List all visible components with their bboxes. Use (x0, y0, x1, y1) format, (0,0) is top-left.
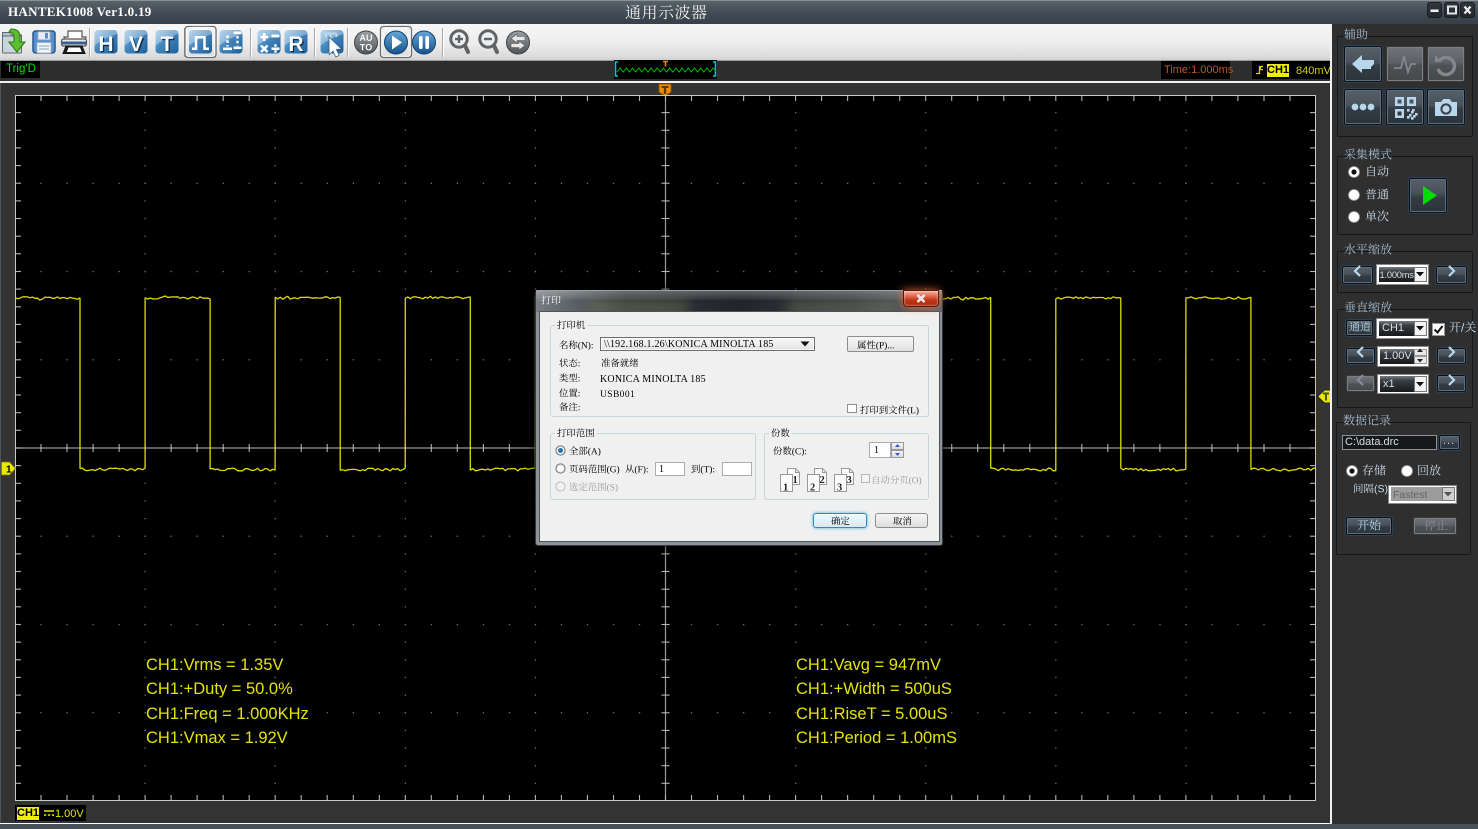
svg-text:2: 2 (820, 475, 825, 486)
svg-text:3: 3 (847, 475, 852, 486)
svg-text:3: 3 (837, 483, 842, 494)
svg-text:2: 2 (810, 483, 815, 494)
svg-text:1: 1 (793, 475, 798, 486)
svg-text:1: 1 (783, 483, 788, 494)
svg-text:1: 1 (6, 465, 12, 476)
